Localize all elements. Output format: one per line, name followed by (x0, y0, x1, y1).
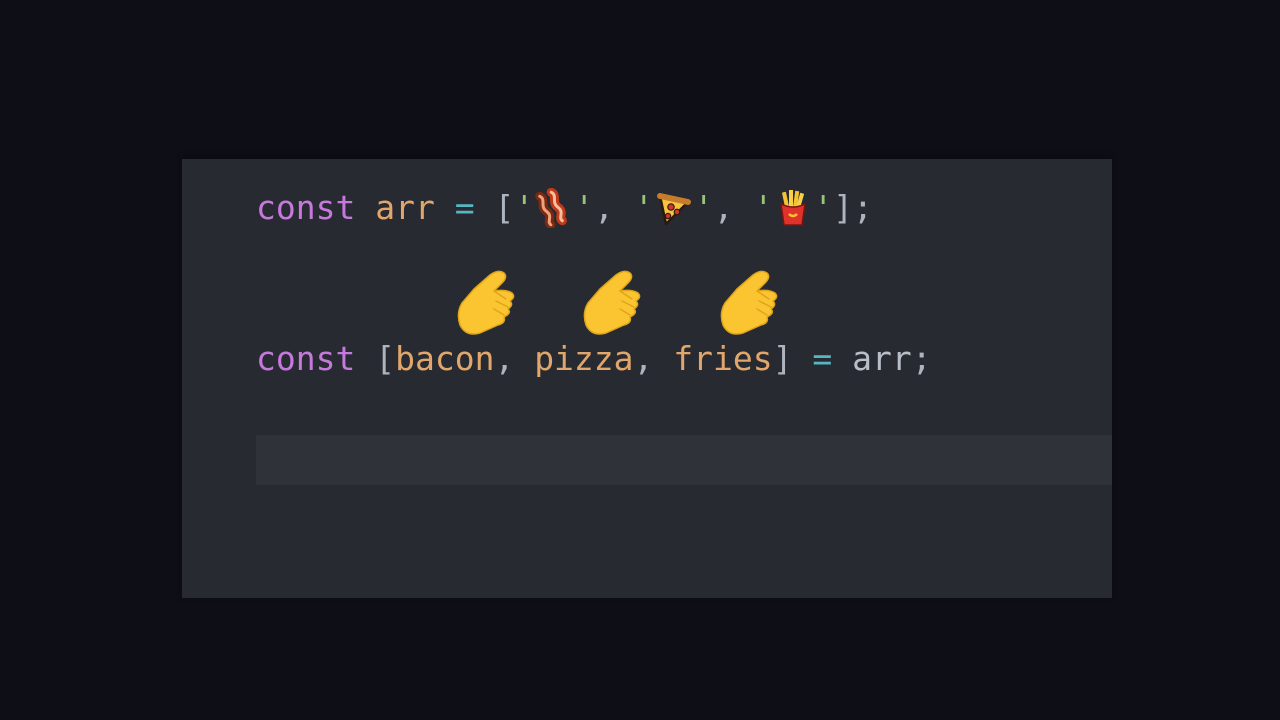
open-bracket: [ (375, 339, 396, 378)
keyword-const: const (256, 188, 356, 227)
variable-arr: arr (375, 188, 435, 227)
quote: ' (574, 188, 595, 227)
close-bracket-semicolon: ]; (833, 188, 873, 227)
comma: , (713, 188, 734, 227)
quote: ' (753, 188, 774, 227)
open-bracket: [ (494, 188, 515, 227)
fries-emoji (773, 188, 813, 228)
assign-operator: = (454, 188, 475, 227)
code-line-destructuring: const [bacon, pizza, fries] = arr; (256, 339, 932, 379)
current-line-highlight (256, 435, 1112, 485)
pizza-emoji (654, 188, 694, 228)
semicolon: ; (911, 339, 932, 378)
quote: ' (514, 188, 535, 227)
code-line-array-declaration: const arr = [' ', ' ', ' ']; (256, 188, 873, 228)
bacon-emoji (534, 188, 574, 228)
quote: ' (633, 188, 654, 227)
pointing-hand-icon (580, 267, 648, 345)
identifier-arr: arr (852, 339, 912, 378)
keyword-const: const (256, 339, 356, 378)
assign-operator: = (812, 339, 833, 378)
comma: , (594, 188, 614, 227)
code-editor: const arr = [' ', ' ', ' ']; const [baco… (182, 159, 1112, 598)
quote: ' (693, 188, 714, 227)
pointing-hand-icon (717, 267, 785, 345)
quote: ' (813, 188, 834, 227)
pointing-hand-icon (454, 267, 522, 345)
